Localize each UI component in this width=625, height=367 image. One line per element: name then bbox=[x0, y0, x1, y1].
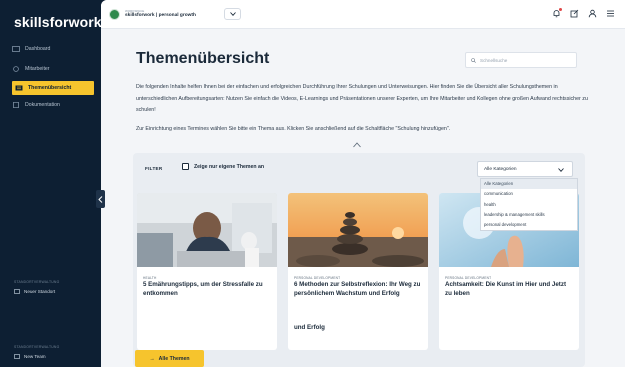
category-option-leadership[interactable]: leadership & management skills bbox=[481, 210, 577, 220]
filter-label: FILTER bbox=[145, 166, 163, 171]
sidebar-item-label: Themenübersicht bbox=[28, 85, 72, 91]
topic-image bbox=[288, 193, 428, 267]
topic-card[interactable]: PERSONAL DEVELOPMENT 6 Methoden zur Selb… bbox=[288, 193, 428, 350]
sidebar-item-mitarbeiter[interactable]: Mitarbeiter bbox=[12, 62, 94, 76]
own-topics-checkbox[interactable]: Zeige nur eigene Themen an bbox=[182, 163, 264, 170]
topic-image bbox=[137, 193, 277, 267]
edit-icon[interactable] bbox=[570, 9, 579, 18]
category-select-value: Alle Kategorien bbox=[484, 166, 517, 172]
building-icon bbox=[14, 289, 20, 294]
organization-name[interactable]: skillsforwork | personal growth bbox=[125, 13, 196, 18]
topbar-actions bbox=[552, 8, 615, 18]
sidebar-item-dashboard[interactable]: Dashboard bbox=[12, 42, 94, 56]
sidebar-section-label: STANDORTVERWALTUNG bbox=[14, 345, 60, 349]
topic-card[interactable]: HEALTH 5 Emährungstipps, um der Stressfa… bbox=[137, 193, 277, 350]
search-input[interactable] bbox=[480, 57, 570, 63]
topic-category: PERSONAL DEVELOPMENT bbox=[445, 276, 492, 280]
arrow-right-icon: → bbox=[149, 355, 155, 362]
new-team-label: New Team bbox=[24, 354, 46, 359]
user-icon bbox=[12, 66, 20, 72]
category-option-communication[interactable]: communication bbox=[481, 189, 577, 199]
collapse-intro-button[interactable] bbox=[353, 142, 361, 148]
document-icon bbox=[12, 102, 20, 108]
sidebar-section-label: STANDORTVERWALTUNG bbox=[14, 280, 60, 284]
intro-text: Die folgenden Inhalte helfen Ihnen bei d… bbox=[136, 84, 588, 113]
book-icon bbox=[15, 85, 23, 91]
chevron-down-icon bbox=[558, 168, 564, 172]
sidebar-item-label: Dashboard bbox=[25, 46, 51, 52]
new-location-link[interactable]: Neuer Standort bbox=[14, 289, 55, 294]
category-option-health[interactable]: health bbox=[481, 200, 577, 210]
category-dropdown: Alle Kategorien communication health lea… bbox=[480, 178, 578, 232]
chevron-down-icon bbox=[229, 12, 236, 16]
intro-instruction: Zur Einrichtung eines Termines wählen Si… bbox=[136, 126, 451, 132]
checkbox-box[interactable] bbox=[182, 163, 189, 170]
sidebar-item-themenuebersicht[interactable]: Themenübersicht bbox=[12, 81, 94, 95]
organization-logo bbox=[109, 9, 120, 20]
user-icon[interactable] bbox=[588, 9, 597, 18]
new-location-label: Neuer Standort bbox=[24, 289, 56, 294]
sidebar-item-label: Mitarbeiter bbox=[25, 66, 50, 72]
sidebar-item-dokumentation[interactable]: Dokumentation bbox=[12, 98, 94, 112]
sidebar-item-label: Dokumentation bbox=[25, 102, 60, 108]
topic-category: PERSONAL DEVELOPMENT bbox=[294, 276, 341, 280]
dashboard-icon bbox=[12, 46, 20, 52]
chevron-up-icon bbox=[353, 142, 361, 148]
own-topics-label: Zeige nur eigene Themen an bbox=[194, 163, 265, 170]
topic-title: 5 Emährungstipps, um der Stressfalle zu … bbox=[143, 281, 263, 297]
topbar: WORKSPACE skillsforwork | personal growt… bbox=[101, 0, 625, 29]
notification-dot bbox=[559, 8, 562, 11]
menu-icon[interactable] bbox=[606, 9, 615, 18]
chevron-left-icon bbox=[98, 195, 103, 203]
all-topics-button[interactable]: → Alle Themen bbox=[135, 350, 204, 367]
all-topics-label: Alle Themen bbox=[158, 355, 190, 362]
topic-category: HEALTH bbox=[143, 276, 157, 280]
app-logo[interactable]: skillsforwork bbox=[14, 14, 102, 30]
main-content: WORKSPACE skillsforwork | personal growt… bbox=[101, 0, 625, 367]
topics-panel: FILTER Zeige nur eigene Themen an Alle K… bbox=[133, 153, 585, 367]
category-option-all[interactable]: Alle Kategorien bbox=[481, 179, 577, 190]
page-title: Themenübersicht bbox=[136, 50, 270, 67]
topic-title: 6 Methoden zur Selbstreflexion: Ihr Weg … bbox=[294, 281, 421, 297]
new-team-link[interactable]: New Team bbox=[14, 354, 46, 359]
quick-search[interactable] bbox=[465, 52, 577, 68]
sidebar-collapse-button[interactable] bbox=[96, 190, 105, 208]
category-option-personal-development[interactable]: personal development bbox=[481, 220, 577, 230]
team-icon bbox=[14, 354, 20, 359]
topic-title-overflow: und Erfolg bbox=[294, 324, 325, 331]
sidebar: skillsforwork Dashboard Mitarbeiter Them… bbox=[0, 0, 102, 367]
search-icon bbox=[471, 57, 476, 63]
category-select[interactable]: Alle Kategorien bbox=[477, 161, 573, 177]
topic-title: Achtsamkeit: Die Kunst im Hier und Jetzt… bbox=[445, 281, 567, 297]
organization-switcher[interactable] bbox=[224, 8, 241, 20]
bell-icon[interactable] bbox=[552, 8, 562, 18]
